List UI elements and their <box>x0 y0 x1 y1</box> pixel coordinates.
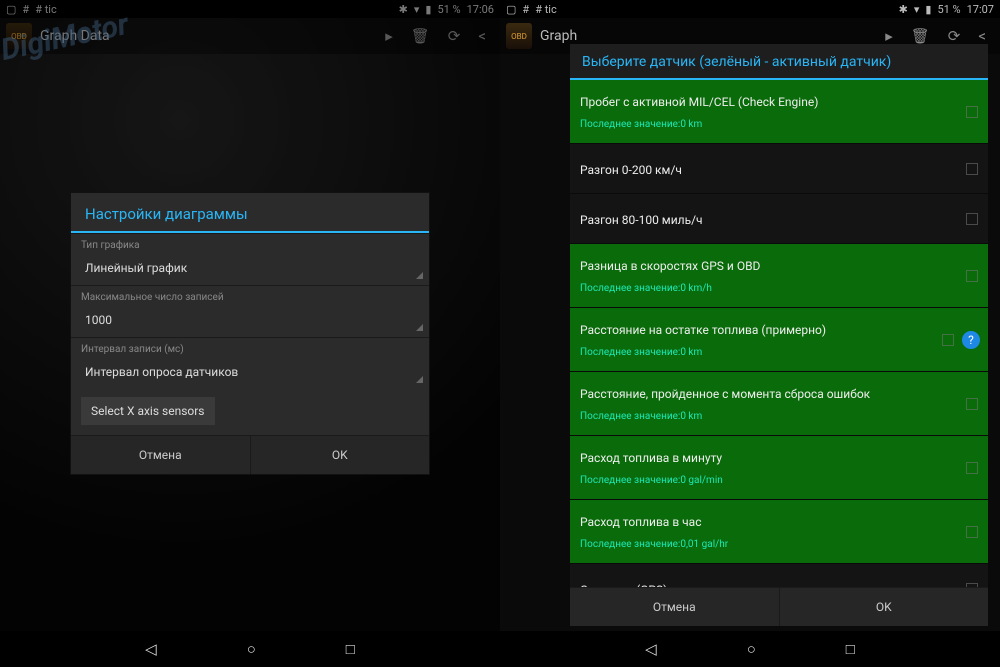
sensor-last-value: Последнее значение:0 gal/min <box>580 475 954 486</box>
max-records-dropdown[interactable]: 1000 <box>71 305 429 337</box>
checkbox-icon[interactable] <box>966 163 978 175</box>
reload-icon[interactable]: ⟳ <box>948 27 961 45</box>
recent-icon[interactable]: □ <box>846 640 855 658</box>
sensor-row[interactable]: Расстояние, пройденное с момента сброса … <box>570 372 988 436</box>
checkbox-icon[interactable] <box>966 213 978 225</box>
help-icon[interactable]: ? <box>962 331 980 349</box>
status-bar: ▢ # # tic ✱ ▾ ▮ 51 % 17:07 <box>500 0 1000 18</box>
dialog-overlay: Настройки диаграммы Тип графика Линейный… <box>0 0 500 667</box>
cancel-button[interactable]: Отмена <box>71 436 250 474</box>
back-icon[interactable]: ◁ <box>645 640 657 658</box>
select-x-axis-button[interactable]: Select X axis sensors <box>81 397 215 425</box>
chart-type-dropdown[interactable]: Линейный график <box>71 253 429 285</box>
sensor-name: Пробег с активной MIL/CEL (Check Engine) <box>580 95 954 109</box>
chart-type-label: Тип графика <box>71 233 429 253</box>
wifi-icon: ▾ <box>914 3 920 16</box>
sensor-row[interactable]: Разгон 80-100 миль/ч <box>570 194 988 244</box>
sensor-last-value: Последнее значение:0 km/h <box>580 283 954 294</box>
record-interval-dropdown[interactable]: Интервал опроса датчиков <box>71 357 429 389</box>
sensor-name: Расход топлива в минуту <box>580 451 954 465</box>
home-icon[interactable]: ○ <box>247 640 256 658</box>
sensor-name: Разгон 0-200 км/ч <box>580 163 954 177</box>
ok-button[interactable]: OK <box>250 436 430 474</box>
checkbox-icon[interactable] <box>966 462 978 474</box>
sensor-row[interactable]: Расход топлива в минуту Последнее значени… <box>570 436 988 500</box>
sensor-row[interactable]: Пробег с активной MIL/CEL (Check Engine)… <box>570 80 988 144</box>
recent-icon[interactable]: □ <box>346 640 355 658</box>
graph-settings-dialog: Настройки диаграммы Тип графика Линейный… <box>70 192 430 475</box>
checkbox-icon[interactable] <box>942 334 954 346</box>
app-logo-icon: OBD <box>506 23 532 49</box>
screen-right: ▢ # # tic ✱ ▾ ▮ 51 % 17:07 OBD Graph ▸ 🗑… <box>500 0 1000 667</box>
sensor-row[interactable]: Расстояние на остатке топлива (примерно)… <box>570 308 988 372</box>
sensor-name: Расстояние, пройденное с момента сброса … <box>580 387 954 401</box>
screen-left: ▢ # # tic ✱ ▾ ▮ 51 % 17:06 OBD Graph Dat… <box>0 0 500 667</box>
sensor-last-value: Последнее значение:0,01 gal/hr <box>580 539 954 550</box>
nav-bar: ◁ ○ □ <box>500 631 1000 667</box>
sensor-row[interactable]: Разгон 0-200 км/ч <box>570 144 988 194</box>
sensor-name: Разница в скоростях GPS и OBD <box>580 259 954 273</box>
back-icon[interactable]: ◁ <box>145 640 157 658</box>
nav-bar: ◁ ○ □ <box>0 631 500 667</box>
record-interval-label: Интервал записи (мс) <box>71 337 429 357</box>
max-records-label: Максимальное число записей <box>71 285 429 305</box>
sensor-last-value: Последнее значение:0 km <box>580 411 954 422</box>
dialog-title: Настройки диаграммы <box>71 193 429 233</box>
sensor-last-value: Последнее значение:0 km <box>580 347 954 358</box>
home-icon[interactable]: ○ <box>747 640 756 658</box>
checkbox-icon[interactable] <box>966 270 978 282</box>
checkbox-icon[interactable] <box>966 583 978 588</box>
sensor-row[interactable]: Разница в скоростях GPS и OBD Последнее з… <box>570 244 988 308</box>
sensor-name: Разгон 80-100 миль/ч <box>580 213 954 227</box>
status-app-text: # tic <box>535 3 557 16</box>
trash-icon[interactable]: 🗑 <box>911 27 930 45</box>
checkbox-icon[interactable] <box>966 398 978 410</box>
cancel-button[interactable]: Отмена <box>570 588 779 626</box>
sensor-name: Расстояние на остатке топлива (примерно) <box>580 323 954 337</box>
share-icon[interactable]: < <box>978 27 986 45</box>
sensor-row[interactable]: Скорость (GPS) <box>570 564 988 587</box>
checkbox-icon[interactable] <box>966 106 978 118</box>
sensor-list[interactable]: Пробег с активной MIL/CEL (Check Engine)… <box>570 80 988 587</box>
battery-icon: ▮ <box>925 3 931 16</box>
hash-icon: # <box>522 3 529 16</box>
sensor-last-value: Последнее значение:0 km <box>580 119 954 130</box>
sensor-name: Расход топлива в час <box>580 515 954 529</box>
app-title: Graph <box>540 28 577 44</box>
play-icon[interactable]: ▸ <box>885 27 893 45</box>
bluetooth-icon: ✱ <box>899 3 908 16</box>
sensor-select-dialog: Выберите датчик (зелёный - активный датч… <box>570 44 988 626</box>
sensor-row[interactable]: Расход топлива в час Последнее значение:0… <box>570 500 988 564</box>
checkbox-icon[interactable] <box>966 526 978 538</box>
status-box-icon: ▢ <box>506 3 516 16</box>
sensor-dialog-title: Выберите датчик (зелёный - активный датч… <box>570 44 988 80</box>
clock: 17:07 <box>967 3 994 16</box>
sensor-name: Скорость (GPS) <box>580 583 954 588</box>
ok-button[interactable]: OK <box>779 588 989 626</box>
battery-percent: 51 % <box>937 3 960 16</box>
